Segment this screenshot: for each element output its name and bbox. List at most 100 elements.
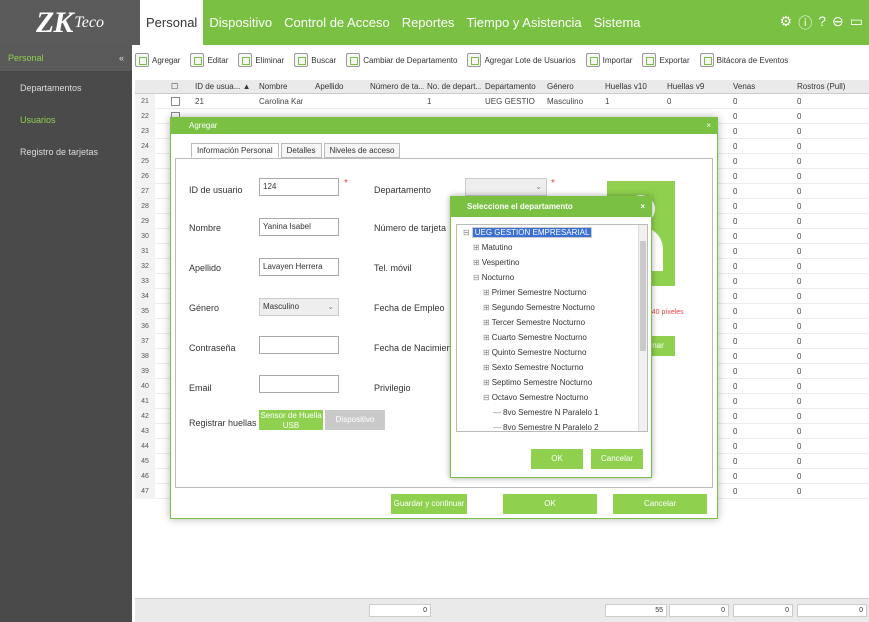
tree-scrollbar[interactable] — [638, 225, 647, 431]
scroll-thumb[interactable] — [640, 241, 646, 351]
import-button[interactable]: Importar — [585, 53, 632, 67]
sidebar-item-registro-tarjetas[interactable]: Registro de tarjetas — [0, 135, 132, 167]
cell-rostros: 0 — [797, 457, 802, 466]
tab-niveles-acceso[interactable]: Niveles de acceso — [323, 143, 401, 158]
nav-reportes[interactable]: Reportes — [396, 0, 461, 45]
usb-sensor-button[interactable]: Sensor de Huella USB — [259, 410, 323, 430]
settings-icon[interactable]: ⚙ — [780, 13, 793, 33]
genero-select[interactable]: Masculino ⌄ — [259, 298, 339, 316]
tree-node[interactable]: ⊞ Cuarto Semestre Nocturno — [483, 333, 587, 342]
departamento-select[interactable]: ⌄ — [465, 178, 547, 196]
tree-toggle-icon[interactable]: ⊞ — [483, 333, 490, 342]
header-checkbox[interactable]: ☐ — [171, 82, 181, 91]
id-input[interactable]: 124 — [259, 178, 339, 196]
tree-node[interactable]: —8vo Semestre N Paralelo 2 — [493, 423, 599, 431]
search-button[interactable]: Buscar — [294, 53, 336, 67]
close-icon[interactable]: × — [640, 197, 645, 217]
password-input[interactable] — [259, 336, 339, 354]
tree-toggle-icon[interactable]: ⊞ — [483, 288, 490, 297]
col-id[interactable]: ID de usua... ▲ — [195, 82, 257, 91]
tree-toggle-icon[interactable]: ⊞ — [483, 378, 490, 387]
tree-toggle-icon[interactable]: ⊞ — [483, 348, 490, 357]
log-icon — [699, 53, 714, 67]
save-continue-button[interactable]: Guardar y continuar — [391, 494, 467, 514]
cell-value: 0 — [733, 292, 738, 301]
col-nombre[interactable]: Nombre — [259, 82, 309, 91]
window-icon[interactable]: ▭ — [850, 13, 863, 33]
tree-node[interactable]: —8vo Semestre N Paralelo 1 — [493, 408, 599, 417]
cell-value: 0 — [733, 247, 738, 256]
row-number: 29 — [135, 214, 155, 229]
event-log-button[interactable]: Bitácora de Eventos — [699, 53, 788, 67]
id-label: ID de usuario — [189, 185, 243, 195]
col-rostros[interactable]: Rostros (Pull) — [797, 82, 857, 91]
tree-toggle-icon[interactable]: ⊞ — [473, 243, 480, 252]
help-icon[interactable]: ? — [818, 13, 826, 33]
tree-toggle-icon[interactable]: ⊞ — [483, 318, 490, 327]
table-row[interactable]: 21 21 Carolina Kar 1 UEG GESTIO Masculino 1 0 0 0 — [135, 94, 869, 109]
col-apellido[interactable]: Apellido — [315, 82, 363, 91]
nav-sistema[interactable]: Sistema — [588, 0, 647, 45]
edit-button[interactable]: Editar — [190, 53, 228, 67]
tree-toggle-icon[interactable]: ⊟ — [473, 273, 480, 282]
collapse-icon[interactable]: « — [119, 53, 124, 63]
batch-add-button[interactable]: Agregar Lote de Usuarios — [467, 53, 576, 67]
export-button[interactable]: Exportar — [642, 53, 690, 67]
tree-toggle-icon[interactable]: ⊞ — [483, 303, 490, 312]
sidebar-item-usuarios[interactable]: Usuarios — [0, 103, 132, 135]
tree-node[interactable]: ⊞ Tercer Semestre Nocturno — [483, 318, 585, 327]
nav-tiempo-asistencia[interactable]: Tiempo y Asistencia — [460, 0, 587, 45]
app-logo: ZK Teco — [0, 0, 140, 45]
sidebar-header[interactable]: Personal « — [0, 45, 132, 71]
device-button[interactable]: Dispositivo — [325, 410, 385, 430]
add-button[interactable]: Agregar — [135, 53, 180, 67]
tree-node[interactable]: ⊞ Sexto Semestre Nocturno — [483, 363, 583, 372]
nombre-input[interactable]: Yanina Isabel — [259, 218, 339, 236]
dept-cancel-button[interactable]: Cancelar — [591, 449, 643, 469]
tree-toggle-icon[interactable]: — — [493, 423, 501, 431]
apellido-input[interactable]: Lavayen Herrera — [259, 258, 339, 276]
tree-node[interactable]: ⊞ Primer Semestre Nocturno — [483, 288, 586, 297]
delete-button[interactable]: Eliminar — [238, 53, 284, 67]
email-input[interactable] — [259, 375, 339, 393]
cell-value: 0 — [797, 232, 802, 241]
minimize-icon[interactable]: ⊖ — [832, 13, 844, 33]
close-icon[interactable]: × — [706, 118, 711, 134]
tree-node[interactable]: ⊟ UEG GESTION EMPRESARIAL — [463, 227, 593, 238]
tree-toggle-icon[interactable]: ⊟ — [463, 228, 470, 237]
col-tarjeta[interactable]: Número de ta... — [370, 82, 424, 91]
col-genero[interactable]: Género — [547, 82, 589, 91]
tree-node[interactable]: ⊟ Nocturno — [473, 273, 514, 282]
col-dept-no[interactable]: No. de depart... — [427, 82, 481, 91]
sidebar-item-departamentos[interactable]: Departamentos — [0, 71, 132, 103]
tab-informacion-personal[interactable]: Información Personal — [191, 143, 279, 158]
row-checkbox[interactable] — [171, 97, 180, 106]
col-h9[interactable]: Huellas v9 — [667, 82, 717, 91]
col-dept[interactable]: Departamento — [485, 82, 543, 91]
cell-value: 0 — [733, 427, 738, 436]
tree-toggle-icon[interactable]: ⊟ — [483, 393, 490, 402]
tree-node[interactable]: ⊞ Septimo Semestre Nocturno — [483, 378, 592, 387]
nav-dispositivo[interactable]: Dispositivo — [203, 0, 278, 45]
ok-button[interactable]: OK — [503, 494, 597, 514]
tree-toggle-icon[interactable]: ⊞ — [473, 258, 480, 267]
row-number: 31 — [135, 244, 155, 259]
col-h10[interactable]: Huellas v10 — [605, 82, 655, 91]
cancel-button[interactable]: Cancelar — [613, 494, 707, 514]
tree-node[interactable]: ⊞ Matutino — [473, 243, 512, 252]
edit-icon — [190, 53, 205, 67]
col-venas[interactable]: Venas — [733, 82, 783, 91]
nav-control-acceso[interactable]: Control de Acceso — [278, 0, 396, 45]
tree-node[interactable]: ⊞ Vespertino — [473, 258, 520, 267]
tree-toggle-icon[interactable]: ⊞ — [483, 363, 490, 372]
dept-ok-button[interactable]: OK — [531, 449, 583, 469]
group-icon — [467, 53, 482, 67]
tree-node[interactable]: ⊞ Segundo Semestre Nocturno — [483, 303, 595, 312]
tree-node[interactable]: ⊞ Quinto Semestre Nocturno — [483, 348, 586, 357]
tree-node[interactable]: ⊟ Octavo Semestre Nocturno — [483, 393, 588, 402]
info-icon[interactable]: ⓘ — [798, 13, 812, 33]
tab-detalles[interactable]: Detalles — [280, 143, 322, 158]
nav-personal[interactable]: Personal — [140, 0, 204, 45]
change-dept-button[interactable]: Cambiar de Departamento — [346, 53, 457, 67]
tree-toggle-icon[interactable]: — — [493, 408, 501, 417]
